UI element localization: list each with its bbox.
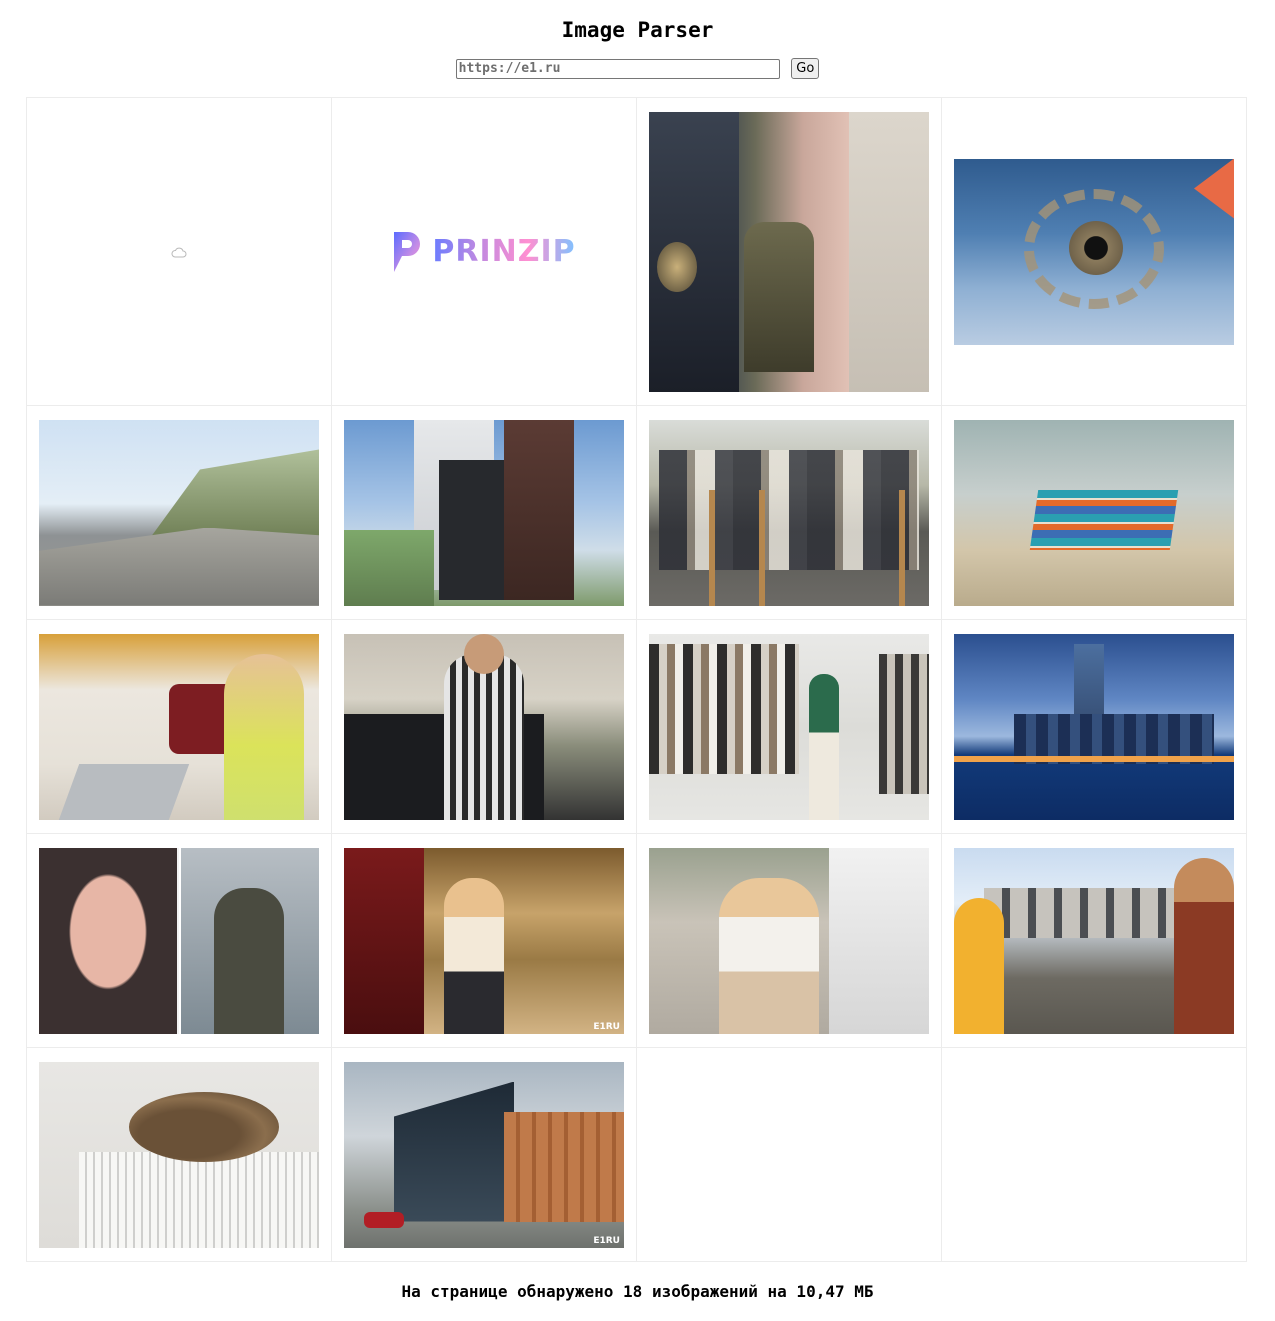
gallery-cell: E1RU [331, 1047, 637, 1262]
image-girl-laptop[interactable] [39, 633, 319, 820]
gallery-cell [941, 97, 1247, 406]
image-office-building[interactable]: E1RU [344, 1061, 624, 1248]
image-textbooks[interactable] [954, 419, 1234, 606]
gallery-cell [636, 619, 942, 834]
url-form: Go [0, 58, 1275, 80]
gallery-cell [26, 619, 332, 834]
gallery-cell: PRINZIP [331, 97, 637, 406]
gallery-cell [26, 97, 332, 406]
gallery-cell [636, 833, 942, 1048]
url-input[interactable] [455, 58, 780, 79]
e1-watermark: E1RU [593, 1235, 620, 1246]
image-city-skyline[interactable] [954, 633, 1234, 820]
image-boy-car[interactable] [344, 633, 624, 820]
prinzip-logo-icon [394, 231, 421, 272]
image-camera-drone[interactable] [954, 158, 1234, 345]
image-train-soldiers[interactable] [954, 847, 1234, 1034]
image-prinzip-logo[interactable]: PRINZIP [344, 112, 624, 392]
gallery-cell [331, 405, 637, 620]
gallery-cell [636, 97, 942, 406]
prinzip-logo-text: PRINZIP [432, 234, 576, 269]
image-hugging-couple[interactable] [649, 847, 929, 1034]
image-clothing-store[interactable] [649, 633, 929, 820]
gallery-cell [941, 833, 1247, 1048]
image-protest-crosses[interactable] [649, 419, 929, 606]
image-theater-woman[interactable]: E1RU [344, 847, 624, 1034]
gallery-cell [941, 619, 1247, 834]
image-highway[interactable] [39, 419, 319, 606]
page-title: Image Parser [561, 18, 714, 42]
gallery-cell [331, 619, 637, 834]
go-button[interactable]: Go [791, 58, 820, 79]
gallery-cell [26, 405, 332, 620]
summary-text: На странице обнаружено 18 изображений на… [401, 1282, 874, 1301]
cloud-icon [171, 247, 187, 257]
image-two-portraits[interactable] [39, 847, 319, 1034]
gallery-cell: E1RU [331, 833, 637, 1048]
image-tower-building[interactable] [344, 419, 624, 606]
gallery-cell [941, 405, 1247, 620]
gallery-cell [636, 405, 942, 620]
image-police-stairwell[interactable] [649, 111, 929, 392]
gallery-cell [26, 1047, 332, 1262]
image-gallery: PRINZIP E1RU E1RU [26, 97, 1247, 1262]
gallery-cell-empty [636, 1047, 942, 1262]
e1-watermark: E1RU [593, 1021, 620, 1032]
image-cat-radiator[interactable] [39, 1061, 319, 1248]
image-placeholder[interactable] [39, 112, 319, 392]
gallery-cell-empty [941, 1047, 1247, 1262]
gallery-cell [26, 833, 332, 1048]
